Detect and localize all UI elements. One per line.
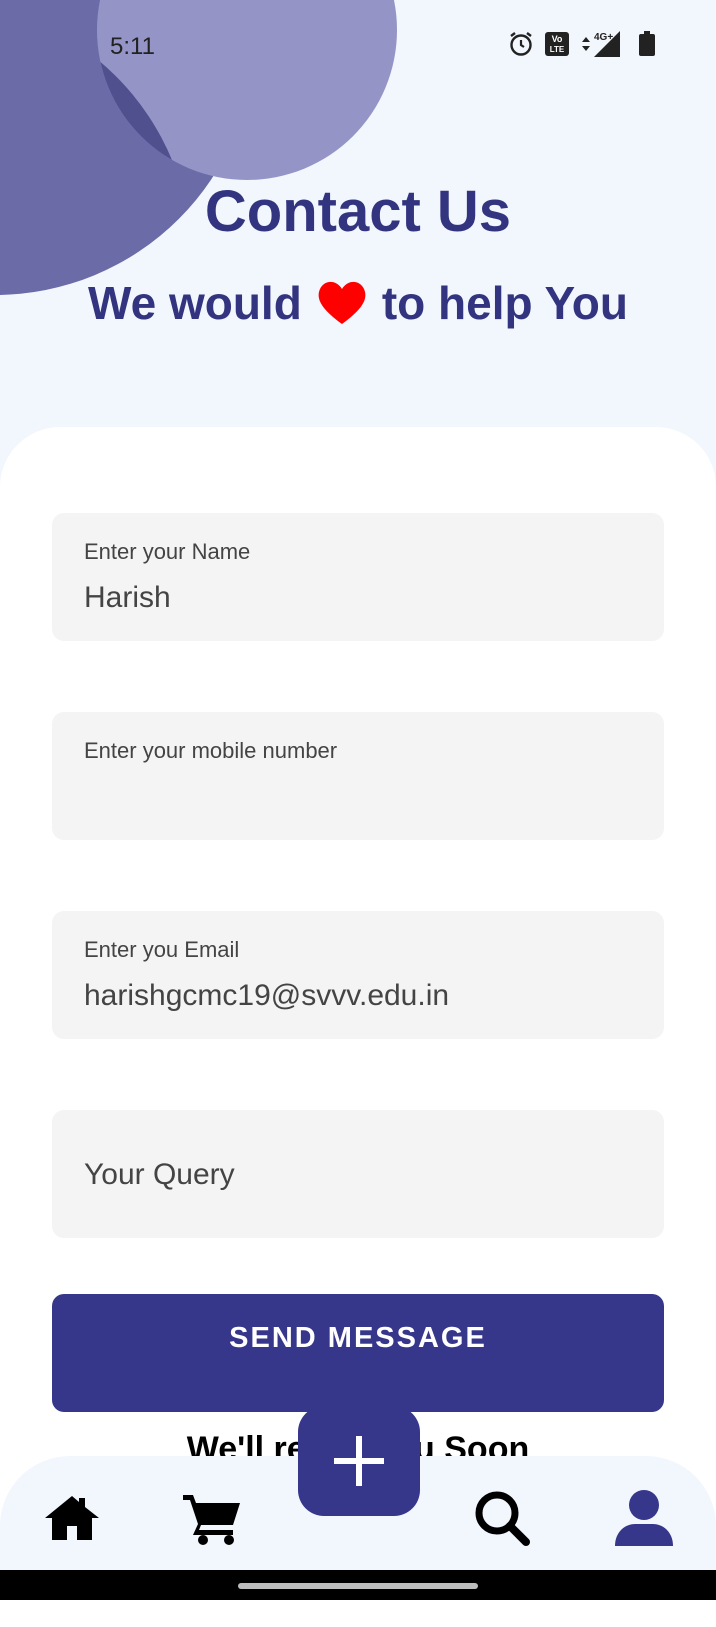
- page-subtitle: We would to help You: [0, 276, 716, 330]
- name-field-value[interactable]: Harish: [84, 581, 171, 615]
- heart-icon: [318, 281, 366, 324]
- send-message-button[interactable]: SEND MESSAGE: [52, 1294, 664, 1412]
- profile-icon[interactable]: [612, 1486, 676, 1550]
- name-field-label: Enter your Name: [84, 539, 251, 564]
- battery-icon: [634, 30, 660, 58]
- subtitle-text-before: We would: [88, 277, 302, 329]
- network-label: 4G+: [594, 32, 613, 43]
- mobile-field-label: Enter your mobile number: [84, 738, 338, 763]
- cart-icon[interactable]: [180, 1486, 244, 1550]
- add-icon: [334, 1436, 384, 1486]
- alarm-icon: [508, 30, 534, 58]
- svg-text:LTE: LTE: [550, 45, 565, 54]
- email-field-value[interactable]: harishgcmc19@svvv.edu.in: [84, 979, 449, 1013]
- volte-icon: Vo LTE: [544, 30, 570, 58]
- send-message-label: SEND MESSAGE: [229, 1322, 487, 1354]
- status-icons: Vo LTE 4G+: [508, 30, 660, 58]
- page-title: Contact Us: [204, 179, 512, 244]
- email-field-label: Enter you Email: [84, 937, 240, 962]
- search-icon[interactable]: [470, 1486, 534, 1550]
- add-button[interactable]: [298, 1406, 420, 1516]
- gesture-handle[interactable]: [238, 1583, 478, 1589]
- svg-text:Vo: Vo: [552, 34, 563, 44]
- status-time: 5:11: [110, 33, 155, 60]
- email-field[interactable]: Enter you Email harishgcmc19@svvv.edu.in: [52, 911, 664, 1039]
- query-field[interactable]: Your Query: [52, 1110, 664, 1238]
- name-field[interactable]: Enter your Name Harish: [52, 513, 664, 641]
- query-field-placeholder[interactable]: Your Query: [84, 1158, 235, 1192]
- mobile-field[interactable]: Enter your mobile number: [52, 712, 664, 840]
- signal-4g-icon: 4G+: [580, 30, 624, 58]
- status-bar: 5:11 Vo LTE 4G+: [0, 0, 716, 90]
- home-icon[interactable]: [40, 1486, 104, 1550]
- subtitle-text-after: to help You: [381, 277, 628, 329]
